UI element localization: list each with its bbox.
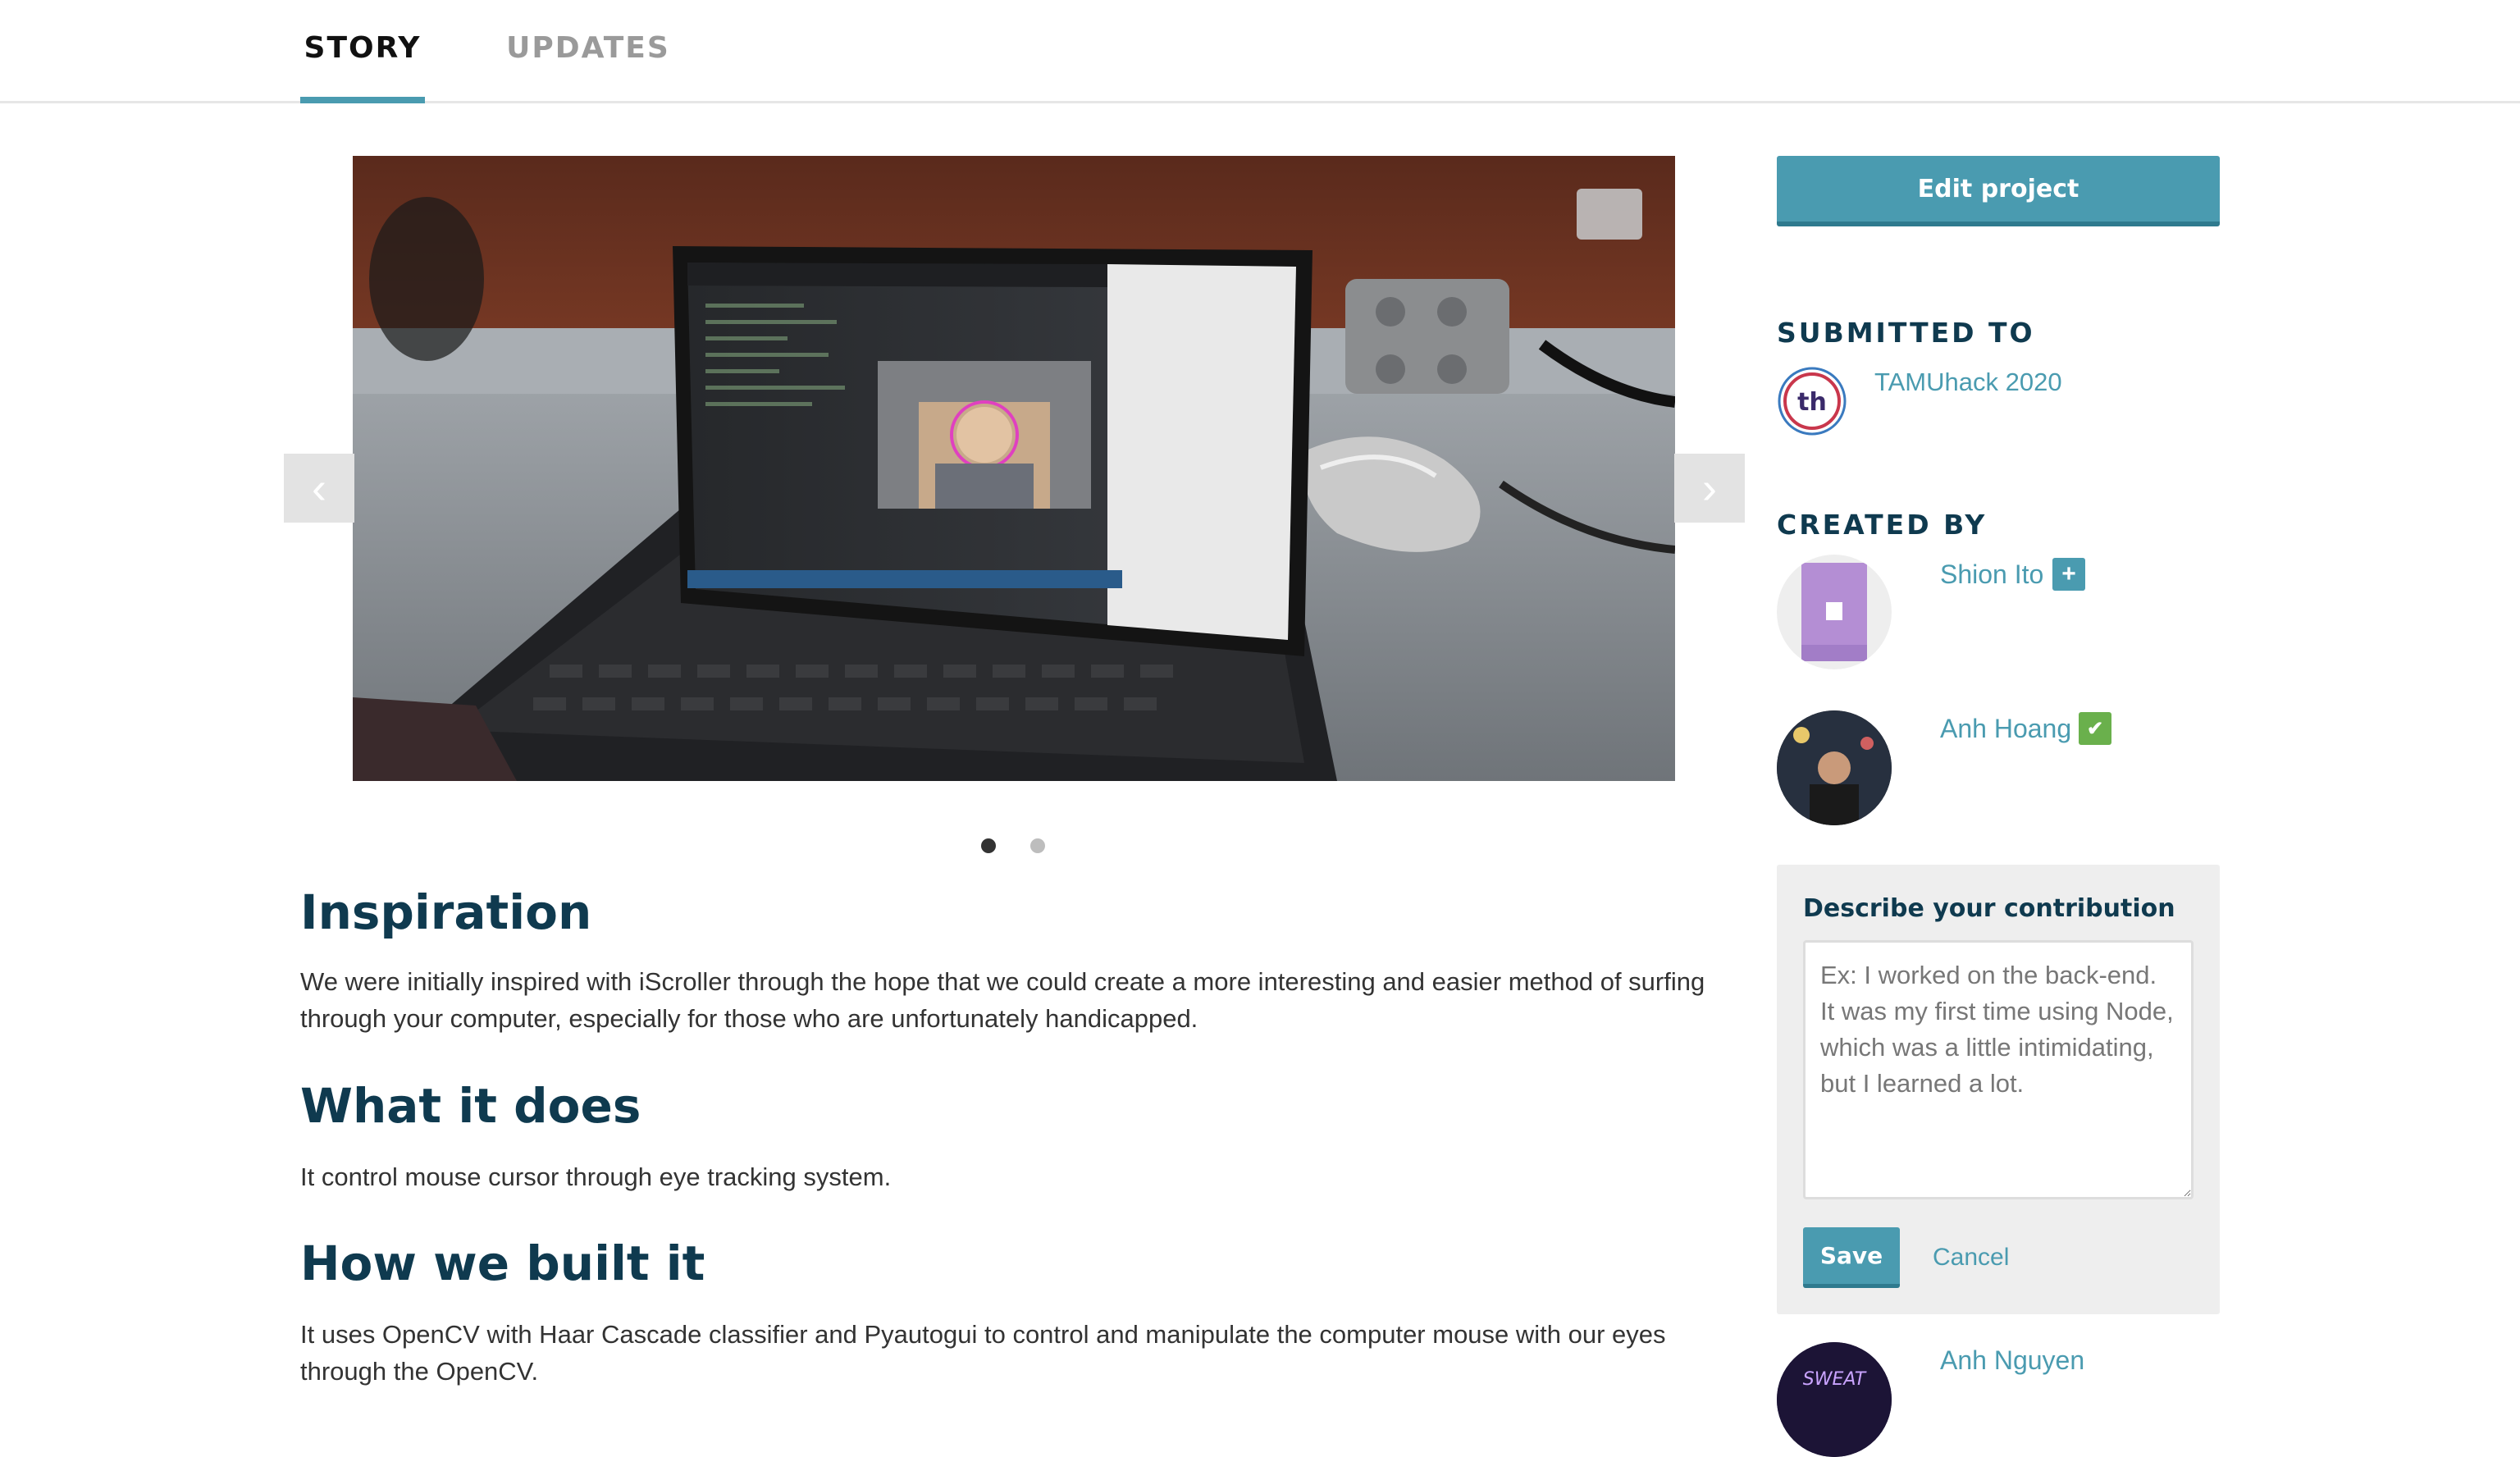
tab-story[interactable]: STORY bbox=[300, 31, 425, 103]
how-we-built-it-text: It uses OpenCV with Haar Cascade classif… bbox=[300, 1320, 1666, 1386]
contribution-panel: Describe your contribution Save Cancel bbox=[1777, 865, 2220, 1314]
avatar[interactable] bbox=[1777, 555, 1892, 669]
heading-what-it-does: What it does bbox=[300, 1078, 641, 1134]
member-name-shion-ito[interactable]: Shion Ito bbox=[1940, 560, 2043, 590]
carousel-indicators bbox=[981, 838, 1045, 853]
carousel-dot-2[interactable] bbox=[1030, 838, 1045, 853]
hackathon-logo[interactable]: th bbox=[1777, 366, 1847, 436]
avatar[interactable]: SWEAT bbox=[1777, 1342, 1892, 1457]
add-icon[interactable]: + bbox=[2052, 558, 2085, 591]
edit-project-button[interactable]: Edit project bbox=[1777, 156, 2220, 226]
project-tabs: STORY UPDATES bbox=[0, 0, 2520, 103]
chevron-right-icon[interactable]: › bbox=[1674, 454, 1745, 523]
avatar[interactable] bbox=[1777, 710, 1892, 825]
contribution-textarea[interactable] bbox=[1803, 940, 2194, 1199]
created-by-heading: CREATED BY bbox=[1777, 509, 1988, 541]
hackathon-logo-text: th bbox=[1797, 388, 1827, 417]
gallery-image bbox=[353, 156, 1675, 781]
avatar-text: SWEAT bbox=[1803, 1369, 1867, 1390]
heading-inspiration: Inspiration bbox=[300, 884, 592, 940]
chevron-left-icon[interactable]: ‹ bbox=[284, 454, 354, 523]
contribution-title: Describe your contribution bbox=[1803, 894, 2175, 923]
tab-updates[interactable]: UPDATES bbox=[502, 31, 674, 103]
member-name-anh-nguyen[interactable]: Anh Nguyen bbox=[1940, 1345, 2084, 1376]
inspiration-text: We were initially inspired with iScrolle… bbox=[300, 967, 1705, 1033]
carousel-dot-1[interactable] bbox=[981, 838, 996, 853]
expand-icon[interactable] bbox=[1577, 189, 1642, 240]
member-name-anh-hoang[interactable]: Anh Hoang bbox=[1940, 714, 2071, 744]
heading-how-we-built-it: How we built it bbox=[300, 1235, 705, 1291]
verified-check-icon: ✔ bbox=[2079, 712, 2111, 745]
save-button[interactable]: Save bbox=[1803, 1227, 1900, 1288]
hackathon-link[interactable]: TAMUhack 2020 bbox=[1874, 368, 2062, 397]
what-it-does-text: It control mouse cursor through eye trac… bbox=[300, 1162, 892, 1191]
submitted-to-heading: SUBMITTED TO bbox=[1777, 317, 2035, 349]
cancel-button[interactable]: Cancel bbox=[1933, 1244, 2009, 1272]
